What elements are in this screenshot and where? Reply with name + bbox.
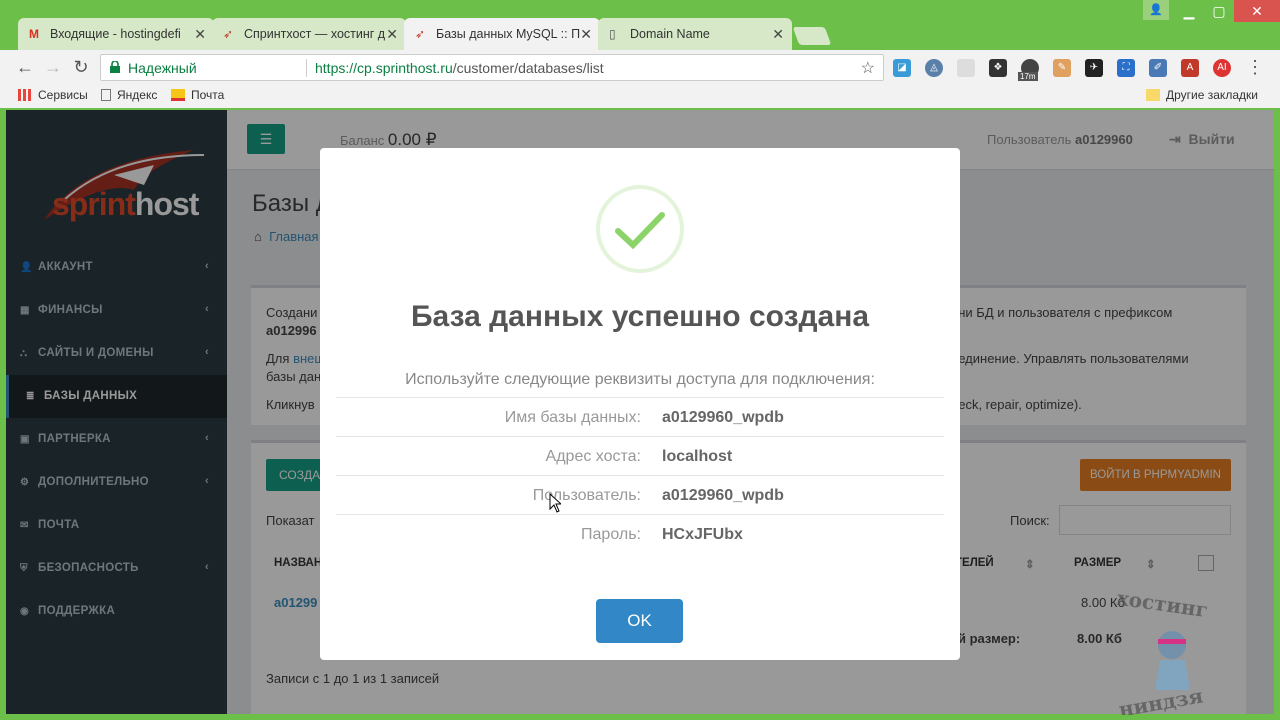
bookmark-label: Яндекс (117, 88, 158, 102)
extension-icon[interactable]: ✐ (1149, 59, 1167, 77)
sprinthost-icon: ➶ (415, 27, 426, 41)
folder-icon (1146, 89, 1160, 101)
credential-value: HCxJFUbx (662, 526, 743, 543)
profile-icon[interactable]: 👤 (1143, 0, 1169, 20)
secure-label: Надежный (128, 60, 197, 76)
page-icon (101, 89, 111, 101)
credential-value: a0129960_wpdb (662, 487, 784, 504)
back-icon[interactable]: ← (14, 56, 36, 78)
tab-title: Спринтхост — хостинг д (244, 27, 386, 41)
credential-label: Имя базы данных: (504, 409, 641, 426)
sprinthost-icon: ➶ (223, 27, 234, 41)
page-icon: ▯ (609, 27, 616, 41)
lock-icon (110, 61, 120, 73)
hosting-ninja-watermark: хостинг ниндзя (1116, 590, 1210, 715)
bookmark-label: Сервисы (38, 88, 88, 102)
extension-icon[interactable]: ◪ (893, 59, 911, 77)
checkmark-icon (615, 212, 665, 250)
bookmark-label: Другие закладки (1166, 88, 1258, 102)
credential-value: localhost (662, 448, 733, 465)
bookmark-mail[interactable]: Почта (171, 88, 224, 102)
url-text: https://cp.sprinthost.ru/customer/databa… (315, 60, 604, 76)
extension-icon[interactable]: ◬ (925, 59, 943, 77)
close-icon[interactable]: ✕ (772, 26, 784, 43)
watermark-top: хостинг (1116, 590, 1210, 622)
success-dialog: База данных успешно создана Используйте … (320, 148, 960, 660)
browser-window: M Входящие - hostingdefi ✕ ➶ Спринтхост … (0, 0, 1280, 720)
close-icon[interactable]: ✕ (194, 26, 206, 43)
mail-icon (171, 89, 185, 101)
new-tab-button[interactable] (792, 27, 832, 45)
dialog-subtitle: Используйте следующие реквизиты доступа … (405, 371, 875, 388)
extension-badge: 17m (1018, 72, 1038, 81)
maximize-button[interactable]: ▢ (1204, 0, 1234, 22)
extension-icon[interactable]: A (1181, 59, 1199, 77)
tab-databases[interactable]: ➶ Базы данных MySQL :: П ✕ (404, 18, 600, 50)
extension-icon[interactable]: AI (1213, 59, 1231, 77)
tab-strip: M Входящие - hostingdefi ✕ ➶ Спринтхост … (0, 0, 1280, 50)
close-window-button[interactable]: ✕ (1234, 0, 1280, 22)
extension-icon[interactable]: ⛶ (1117, 59, 1135, 77)
gmail-icon: M (29, 27, 39, 41)
apps-grid-icon (18, 89, 32, 101)
tab-title: Domain Name (630, 27, 710, 41)
bookmark-services[interactable]: Сервисы (18, 88, 88, 102)
tab-domain-name[interactable]: ▯ Domain Name ✕ (598, 18, 792, 50)
tab-title: Базы данных MySQL :: П (436, 27, 581, 41)
credential-row-user: Пользователь: a0129960_wpdb (336, 475, 944, 514)
ok-button[interactable]: OK (596, 599, 683, 643)
tab-gmail[interactable]: M Входящие - hostingdefi ✕ (18, 18, 214, 50)
minimize-button[interactable]: ▁ (1174, 0, 1204, 22)
credential-row-host: Адрес хоста: localhost (336, 436, 944, 475)
credential-value: a0129960_wpdb (662, 409, 784, 426)
extension-icon[interactable] (957, 59, 975, 77)
mouse-cursor-icon (549, 493, 561, 513)
divider (306, 59, 307, 77)
url-path: /customer/databases/list (452, 60, 604, 76)
credential-label: Пароль: (581, 526, 641, 543)
close-icon[interactable]: ✕ (580, 26, 592, 43)
extension-icon[interactable]: ✎ (1053, 59, 1071, 77)
success-check-icon (596, 185, 684, 273)
credential-label: Адрес хоста: (545, 448, 641, 465)
url-host: https://cp.sprinthost.ru (315, 60, 453, 76)
extension-icon[interactable]: ✈ (1085, 59, 1103, 77)
reload-icon[interactable]: ↻ (70, 56, 92, 78)
other-bookmarks[interactable]: Другие закладки (1146, 88, 1258, 102)
menu-kebab-icon[interactable]: ⋮ (1244, 56, 1266, 78)
bookmark-label: Почта (191, 88, 225, 102)
tab-title: Входящие - hostingdefi (50, 27, 181, 41)
credential-row-password: Пароль: HCxJFUbx (336, 514, 944, 553)
bookmarks-bar: Сервисы Яндекс Почта Другие закладки (0, 84, 1280, 108)
extension-icon[interactable]: ❖ (989, 59, 1007, 77)
credential-row-dbname: Имя базы данных: a0129960_wpdb (336, 397, 944, 436)
tab-sprinthost[interactable]: ➶ Спринтхост — хостинг д ✕ (212, 18, 406, 50)
browser-toolbar: ← → ↻ Надежный https://cp.sprinthost.ru/… (0, 50, 1280, 84)
bookmark-star-icon[interactable]: ☆ (861, 58, 875, 78)
forward-icon[interactable]: → (42, 56, 64, 78)
dialog-title: База данных успешно создана (410, 300, 870, 333)
address-bar[interactable]: Надежный https://cp.sprinthost.ru/custom… (100, 54, 884, 81)
close-icon[interactable]: ✕ (386, 26, 398, 43)
bookmark-yandex[interactable]: Яндекс (101, 88, 157, 102)
